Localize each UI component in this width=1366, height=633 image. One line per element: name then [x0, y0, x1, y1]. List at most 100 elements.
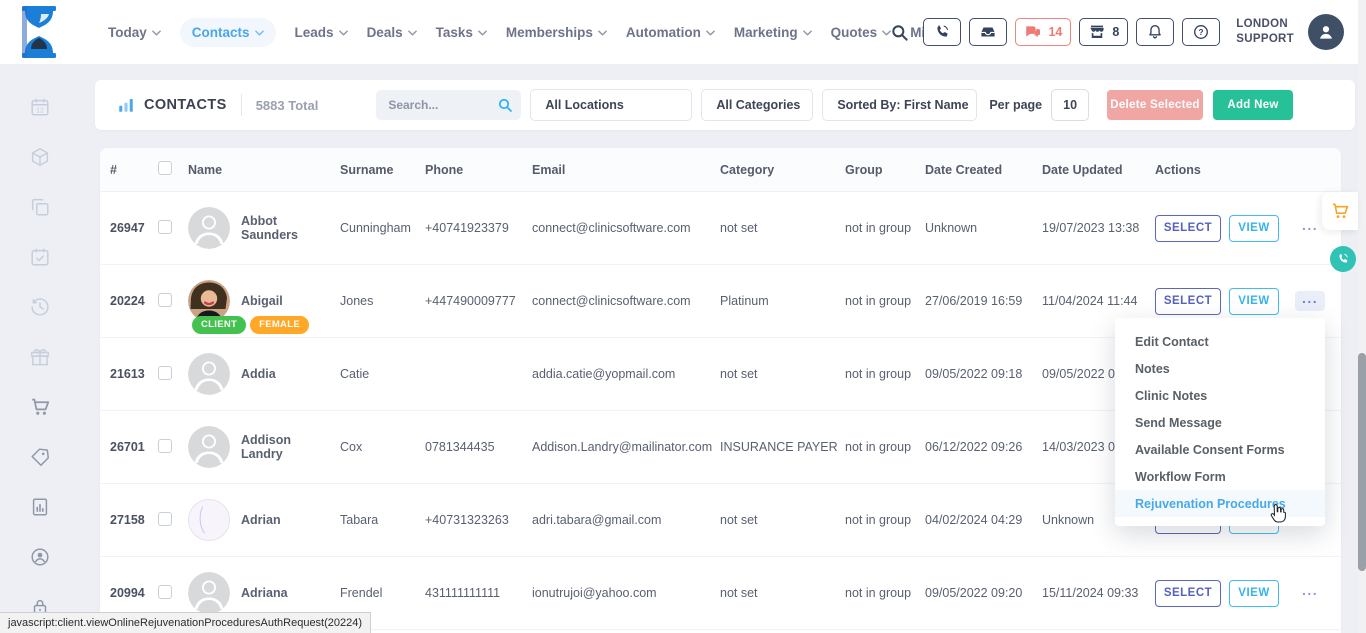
view-button[interactable]: VIEW: [1229, 580, 1279, 607]
menu-item-send-message[interactable]: Send Message: [1115, 409, 1325, 436]
nav-item-tasks[interactable]: Tasks: [436, 25, 487, 40]
date-updated-cell: 11/04/2024 11:44: [1042, 294, 1155, 308]
store-button[interactable]: 8: [1079, 18, 1128, 46]
contact-name[interactable]: Addia: [241, 367, 276, 381]
scrollbar-thumb[interactable]: [1358, 353, 1366, 571]
main-nav: Today Contacts Leads Deals Tasks Memberships A…: [108, 0, 1004, 64]
nav-item-leads[interactable]: Leads: [295, 25, 348, 40]
checkbox-cell: [158, 512, 188, 529]
sidebar-item-calendar-check[interactable]: [29, 246, 51, 268]
cart-float-button[interactable]: [1322, 192, 1358, 230]
svg-text:12: 12: [36, 107, 44, 114]
user-avatar[interactable]: [1308, 14, 1344, 50]
phone-button[interactable]: [923, 18, 961, 46]
phone-float-button[interactable]: [1330, 246, 1356, 272]
account-label: LONDON SUPPORT: [1236, 17, 1294, 47]
select-all-checkbox[interactable]: [158, 161, 172, 175]
categories-filter[interactable]: All Categories: [701, 89, 813, 121]
chat-button[interactable]: 14: [1015, 18, 1071, 46]
chevron-down-icon: [598, 30, 607, 36]
row-checkbox[interactable]: [158, 585, 172, 599]
sidebar-item-copy[interactable]: [29, 196, 51, 218]
menu-item-workflow-form[interactable]: Workflow Form: [1115, 463, 1325, 490]
contact-name[interactable]: Adriana: [241, 586, 288, 600]
nav-item-marketing[interactable]: Marketing: [734, 25, 812, 40]
nav-item-contacts[interactable]: Contacts: [180, 18, 276, 47]
select-button[interactable]: SELECT: [1155, 580, 1221, 607]
select-button[interactable]: SELECT: [1155, 288, 1221, 315]
row-checkbox[interactable]: [158, 220, 172, 234]
sidebar-item-cart[interactable]: [29, 396, 51, 418]
nav-item-label: Tasks: [436, 25, 473, 40]
view-button[interactable]: VIEW: [1229, 288, 1279, 315]
table-header: #NameSurnamePhoneEmailCategoryGroupDate …: [100, 148, 1341, 192]
package-icon: [29, 146, 51, 168]
contact-name[interactable]: Adrian: [241, 513, 281, 527]
nav-item-deals[interactable]: Deals: [367, 25, 417, 40]
sort-filter[interactable]: Sorted By: First Name: [822, 89, 977, 121]
delete-selected-button[interactable]: Delete Selected: [1107, 90, 1203, 120]
inbox-button[interactable]: [969, 18, 1007, 46]
contact-name[interactable]: Abigail: [241, 294, 283, 308]
sidebar-item-history[interactable]: [29, 296, 51, 318]
sidebar-item-report[interactable]: [29, 496, 51, 518]
date-created-cell: 09/05/2022 09:18: [925, 367, 1042, 381]
menu-item-edit-contact[interactable]: Edit Contact: [1115, 328, 1325, 355]
nav-item-quotes[interactable]: Quotes: [831, 25, 892, 40]
locations-filter[interactable]: All Locations: [530, 89, 692, 121]
phone-cell: +40741923379: [425, 221, 532, 235]
more-actions-button[interactable]: ...: [1295, 218, 1325, 238]
date-created-cell: 27/06/2019 16:59: [925, 294, 1042, 308]
row-checkbox[interactable]: [158, 366, 172, 380]
contacts-toolbar: CONTACTS 5883 Total All Locations All Ca…: [95, 80, 1355, 130]
add-new-button[interactable]: Add New: [1213, 90, 1293, 120]
group-cell: not in group: [845, 367, 925, 381]
checkbox-cell: [158, 439, 188, 456]
sidebar-item-user-badge[interactable]: [29, 546, 51, 568]
bell-button[interactable]: [1136, 18, 1174, 46]
help-button[interactable]: ?: [1182, 18, 1220, 46]
cart-icon: [1330, 201, 1350, 221]
menu-item-rejuvenation-procedures[interactable]: Rejuvenation Procedures: [1115, 490, 1325, 517]
menu-item-notes[interactable]: Notes: [1115, 355, 1325, 382]
topbar-actions: 14 8? LONDON SUPPORT: [890, 0, 1344, 64]
sidebar-item-package[interactable]: [29, 146, 51, 168]
row-checkbox[interactable]: [158, 293, 172, 307]
email-cell: ionutrujoi@yahoo.com: [532, 586, 720, 600]
select-button[interactable]: SELECT: [1155, 215, 1221, 242]
contact-name[interactable]: Addison Landry: [241, 433, 334, 461]
account-line1: LONDON: [1236, 17, 1294, 32]
per-page-input[interactable]: [1051, 89, 1089, 121]
view-button[interactable]: VIEW: [1229, 215, 1279, 242]
nav-item-today[interactable]: Today: [108, 25, 161, 40]
row-id: 27158: [110, 513, 158, 527]
more-actions-button[interactable]: ...: [1295, 583, 1325, 603]
row-checkbox[interactable]: [158, 512, 172, 526]
col-header-date-updated: Date Updated: [1042, 163, 1155, 177]
search-icon[interactable]: [890, 23, 909, 42]
col-header-actions: Actions: [1155, 163, 1331, 177]
sidebar-item-calendar[interactable]: 12: [29, 96, 51, 118]
category-cell: Platinum: [720, 294, 845, 308]
tag-icon: [29, 446, 51, 468]
col-header-date-created: Date Created: [925, 163, 1042, 177]
name-cell: Addia: [188, 338, 340, 410]
sidebar-item-gift[interactable]: [29, 346, 51, 368]
menu-item-available-consent-forms[interactable]: Available Consent Forms: [1115, 436, 1325, 463]
calendar-icon: 12: [29, 96, 51, 118]
more-actions-button[interactable]: ...: [1295, 291, 1325, 311]
category-cell: not set: [720, 586, 845, 600]
email-cell: adri.tabara@gmail.com: [532, 513, 720, 527]
sidebar-item-tag[interactable]: [29, 446, 51, 468]
app-logo-icon[interactable]: [14, 5, 66, 59]
row-checkbox[interactable]: [158, 439, 172, 453]
table-row: 26947Abbot SaundersCunningham+4074192337…: [100, 192, 1341, 265]
nav-item-label: Marketing: [734, 25, 798, 40]
menu-item-clinic-notes[interactable]: Clinic Notes: [1115, 382, 1325, 409]
col-header-group: Group: [845, 163, 925, 177]
nav-item-automation[interactable]: Automation: [626, 25, 715, 40]
nav-item-label: Today: [108, 25, 147, 40]
search-submit-icon[interactable]: [497, 97, 513, 113]
contact-name[interactable]: Abbot Saunders: [241, 214, 334, 242]
nav-item-memberships[interactable]: Memberships: [506, 25, 607, 40]
